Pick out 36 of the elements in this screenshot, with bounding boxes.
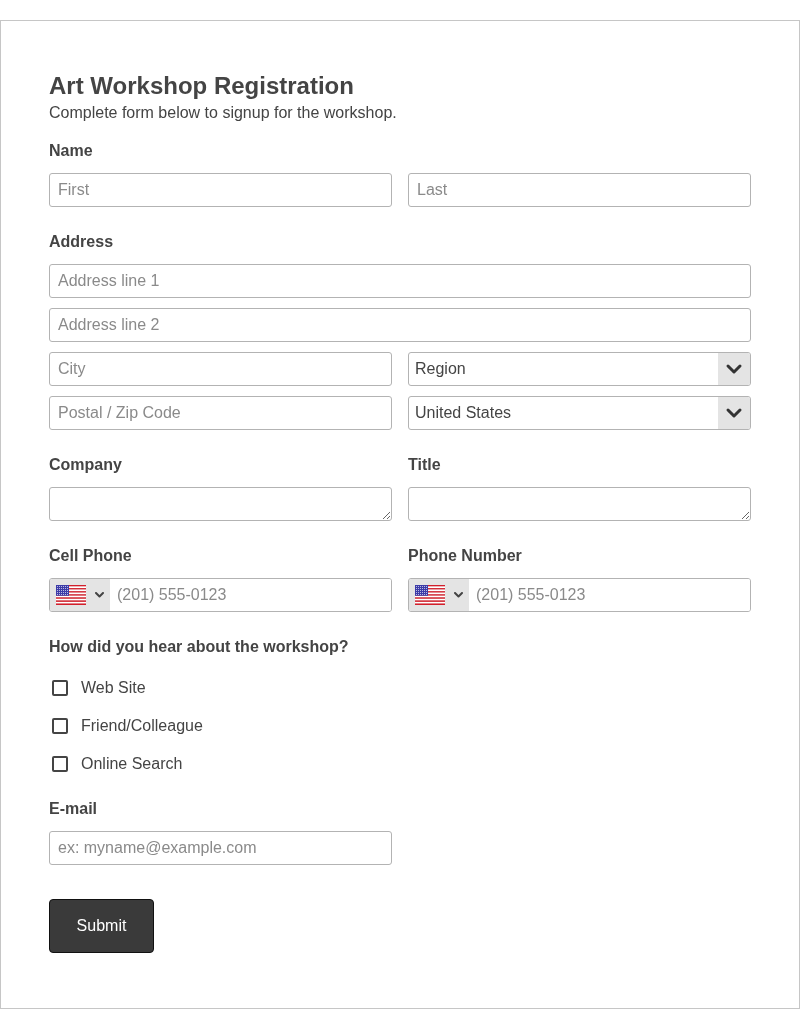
phone-field[interactable]: (201) 555-0123	[408, 578, 751, 612]
checkbox-label[interactable]: Online Search	[81, 754, 183, 774]
checkbox[interactable]	[52, 680, 68, 696]
flag-icon	[415, 585, 445, 605]
input-field[interactable]: Postal / Zip Code	[49, 396, 392, 430]
chevron-down-icon	[95, 592, 104, 598]
field-label: How did you hear about the workshop?	[49, 637, 350, 657]
flag-icon	[56, 585, 86, 605]
field-label: E-mail	[49, 799, 98, 819]
input-field[interactable]: Last	[408, 173, 751, 207]
input-field[interactable]: Address line 2	[49, 308, 751, 342]
form-subtitle: Complete form below to signup for the workshop.	[49, 103, 398, 123]
checkbox[interactable]	[52, 756, 68, 772]
field-label: Name	[49, 141, 94, 161]
country-picker[interactable]	[409, 579, 469, 611]
checkbox[interactable]	[52, 718, 68, 734]
input-field[interactable]: ex: myname@example.com	[49, 831, 392, 865]
phone-field[interactable]: (201) 555-0123	[49, 578, 392, 612]
form-title: Art Workshop Registration	[49, 72, 355, 100]
checkbox-label[interactable]: Web Site	[81, 678, 146, 698]
dropdown[interactable]: Region	[408, 352, 751, 386]
country-picker[interactable]	[50, 579, 110, 611]
field-label: Company	[49, 455, 123, 475]
checkbox-label[interactable]: Friend/Colleague	[81, 716, 203, 736]
chevron-down-icon	[454, 592, 463, 598]
field-label: Title	[408, 455, 442, 475]
dropdown[interactable]: United States	[408, 396, 751, 430]
input-field[interactable]: City	[49, 352, 392, 386]
field-label: Address	[49, 232, 115, 252]
submit-button[interactable]: Submit	[49, 899, 154, 953]
input-field[interactable]: Address line 1	[49, 264, 751, 298]
input-field[interactable]: First	[49, 173, 392, 207]
field-label: Cell Phone	[49, 546, 133, 566]
chevron-down-icon	[718, 353, 750, 385]
chevron-down-icon	[718, 397, 750, 429]
field-label: Phone Number	[408, 546, 523, 566]
